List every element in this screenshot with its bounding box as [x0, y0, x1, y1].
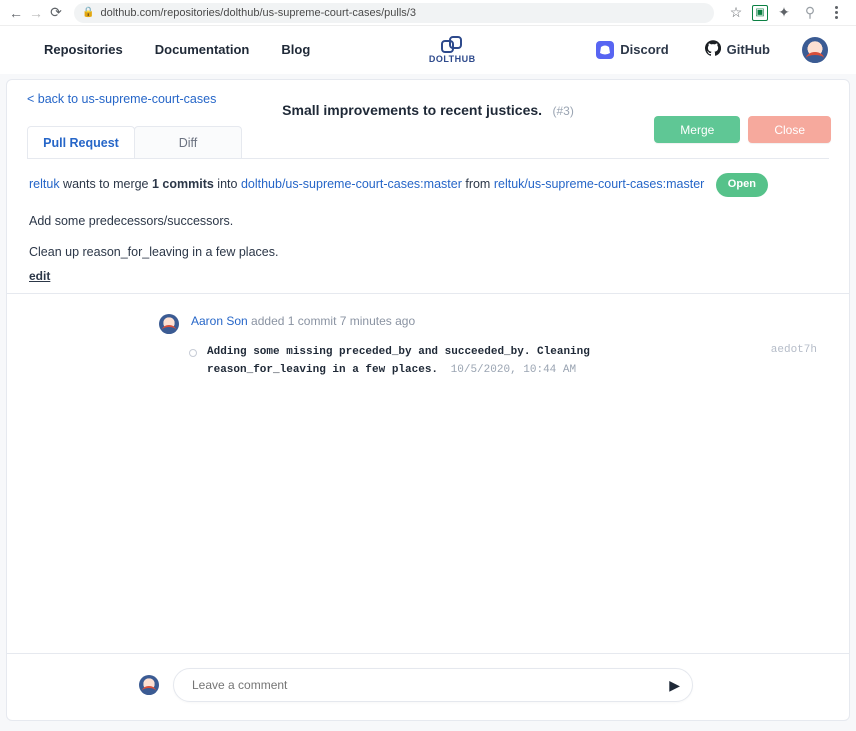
- extensions-puzzle-icon[interactable]: ✦: [774, 3, 794, 23]
- site-nav: Repositories Documentation Blog DOLTHUB …: [0, 26, 856, 74]
- pr-title: Small improvements to recent justices.: [282, 102, 542, 118]
- brand-logo[interactable]: DOLTHUB: [326, 36, 578, 64]
- commit-hash[interactable]: aedot7h: [771, 344, 827, 356]
- url-bar[interactable]: 🔒 dolthub.com/repositories/dolthub/us-su…: [74, 3, 714, 23]
- user-avatar[interactable]: [802, 37, 828, 63]
- nav-blog[interactable]: Blog: [265, 42, 326, 57]
- github-label: GitHub: [727, 42, 770, 57]
- commit-row: Adding some missing preceded_by and succ…: [189, 344, 827, 379]
- chrome-profile-icon[interactable]: ⚲: [800, 3, 820, 23]
- back-icon[interactable]: ←: [6, 3, 26, 23]
- dest-repo-link[interactable]: dolthub/us-supreme-court-cases:master: [241, 177, 462, 191]
- close-button[interactable]: Close: [748, 116, 831, 143]
- pr-status-badge: Open: [716, 173, 768, 197]
- browser-toolbar: ← → ⟳ 🔒 dolthub.com/repositories/dolthub…: [0, 0, 856, 26]
- extension-icon[interactable]: ▣: [752, 5, 768, 21]
- commit-author-link[interactable]: Aaron Son: [191, 314, 248, 328]
- comment-bar: ▶: [7, 654, 849, 720]
- pr-number: (#3): [552, 104, 573, 118]
- discord-label: Discord: [620, 42, 668, 57]
- nav-github[interactable]: GitHub: [687, 40, 788, 59]
- comment-input-wrapper[interactable]: ▶: [173, 668, 693, 702]
- url-text: dolthub.com/repositories/dolthub/us-supr…: [100, 7, 706, 19]
- pr-description-line: Add some predecessors/successors.: [29, 211, 827, 232]
- nav-discord[interactable]: Discord: [578, 41, 686, 59]
- activity-feed: Aaron Son added 1 commit 7 minutes ago A…: [7, 294, 849, 654]
- discord-icon: [596, 41, 614, 59]
- back-to-repo-link[interactable]: < back to us-supreme-court-cases: [27, 92, 216, 106]
- dolthub-logo-icon: [441, 36, 463, 54]
- current-user-avatar[interactable]: [139, 675, 159, 695]
- bookmark-star-icon[interactable]: ☆: [726, 3, 746, 23]
- brand-text: DOLTHUB: [429, 54, 476, 64]
- send-icon[interactable]: ▶: [669, 677, 680, 694]
- activity-header: Aaron Son added 1 commit 7 minutes ago: [191, 314, 415, 328]
- merge-button[interactable]: Merge: [654, 116, 740, 143]
- reload-icon[interactable]: ⟳: [46, 3, 66, 23]
- tab-pull-request[interactable]: Pull Request: [27, 126, 135, 158]
- commit-bullet-icon: [189, 349, 197, 357]
- pr-description-line: Clean up reason_for_leaving in a few pla…: [29, 242, 827, 263]
- github-icon: [705, 40, 721, 59]
- commit-author-avatar[interactable]: [159, 314, 179, 334]
- src-repo-link[interactable]: reltuk/us-supreme-court-cases:master: [494, 177, 704, 191]
- pull-request-card: < back to us-supreme-court-cases Small i…: [6, 79, 850, 721]
- tab-diff[interactable]: Diff: [134, 126, 242, 158]
- commit-count: 1 commits: [152, 177, 214, 191]
- commit-timestamp: 10/5/2020, 10:44 AM: [451, 364, 576, 376]
- nav-documentation[interactable]: Documentation: [139, 42, 266, 57]
- nav-repositories[interactable]: Repositories: [28, 42, 139, 57]
- lock-icon: 🔒: [82, 7, 94, 18]
- forward-icon: →: [26, 3, 46, 23]
- edit-description-link[interactable]: edit: [29, 269, 50, 283]
- pr-body: reltuk wants to merge 1 commits into dol…: [7, 159, 849, 294]
- merge-line: reltuk wants to merge 1 commits into dol…: [29, 173, 827, 197]
- pr-author-link[interactable]: reltuk: [29, 177, 60, 191]
- chrome-menu-icon[interactable]: [826, 3, 846, 23]
- commit-message: Adding some missing preceded_by and succ…: [207, 344, 637, 379]
- comment-input[interactable]: [190, 677, 669, 693]
